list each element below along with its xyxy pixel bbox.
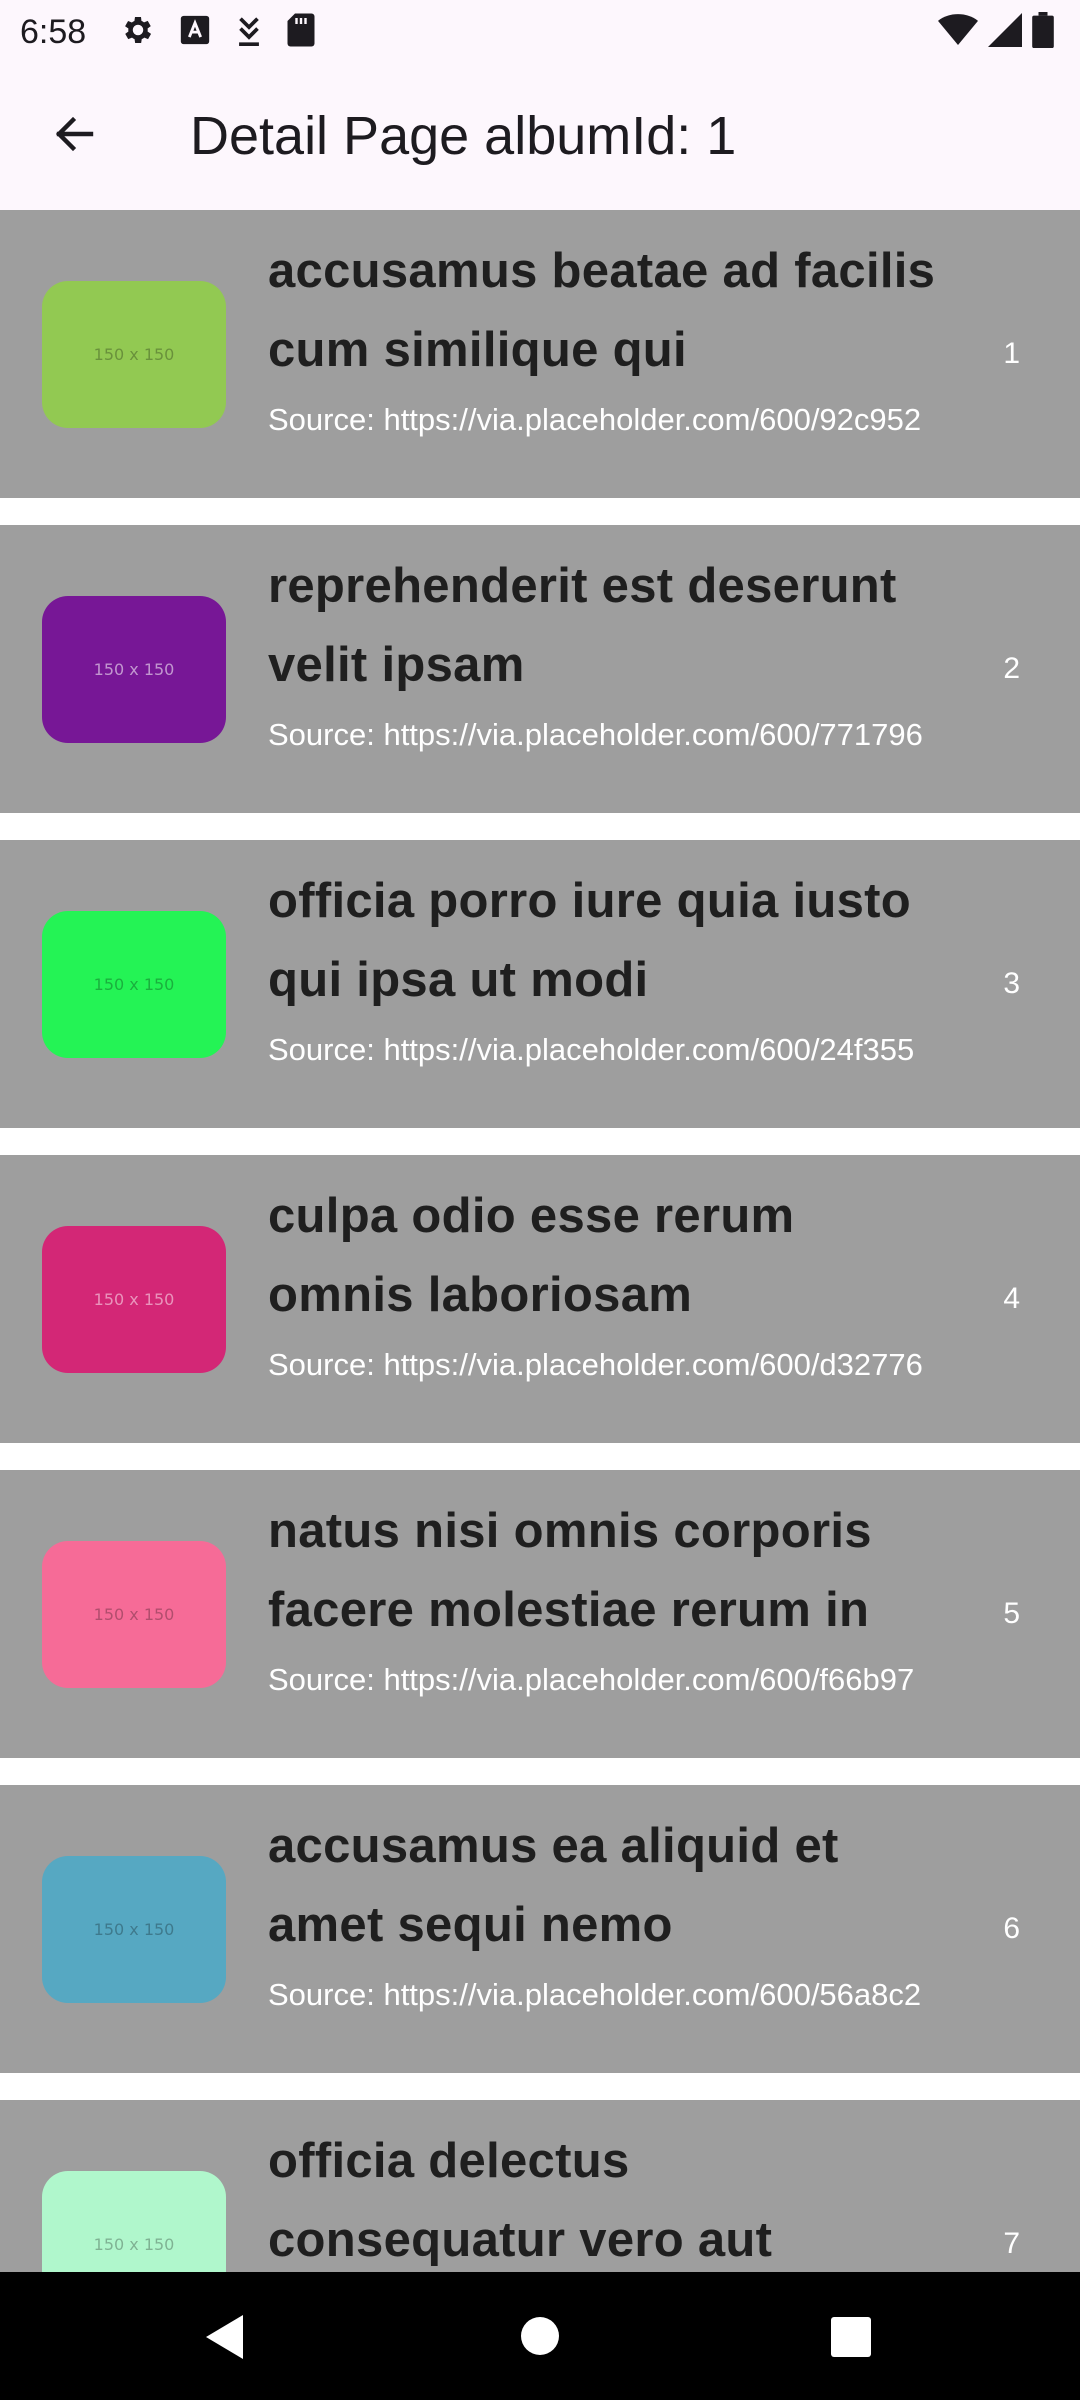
- status-time: 6:58: [20, 13, 87, 51]
- item-source: Source: https://via.placeholder.com/600/…: [268, 717, 923, 752]
- item-title: accusamus ea aliquid et amet sequi nemo: [268, 1819, 839, 1952]
- thumbnail-image: 150 x 150: [42, 1541, 226, 1688]
- thumbnail-label: 150 x 150: [93, 2235, 175, 2254]
- status-icons-left: [120, 12, 316, 48]
- item-number: 2: [1003, 652, 1020, 685]
- app-bar: Detail Page albumId: 1: [0, 63, 1080, 210]
- download-icon: [234, 13, 264, 47]
- item-title: officia delectus consequatur vero aut: [268, 2134, 773, 2267]
- status-icons-right: [938, 12, 1054, 48]
- arrow-left-icon: [51, 110, 99, 163]
- list-item[interactable]: 150 x 150 officia porro iure quia iusto …: [0, 840, 1080, 1128]
- settings-icon: [120, 12, 156, 48]
- signal-icon: [988, 13, 1022, 47]
- thumbnail-image: 150 x 150: [42, 1226, 226, 1373]
- item-number: 5: [1003, 1597, 1020, 1630]
- list-item[interactable]: 150 x 150 culpa odio esse rerum omnis la…: [0, 1155, 1080, 1443]
- thumbnail-image: 150 x 150: [42, 596, 226, 743]
- item-number: 3: [1003, 967, 1020, 1000]
- thumbnail-image: 150 x 150: [42, 281, 226, 428]
- item-title: officia porro iure quia iusto qui ipsa u…: [268, 874, 912, 1007]
- item-number: 4: [1003, 1282, 1020, 1315]
- item-source: Source: https://via.placeholder.com/600/…: [268, 1662, 915, 1697]
- thumbnail-label: 150 x 150: [93, 660, 175, 679]
- thumbnail-image: 150 x 150: [42, 2171, 226, 2272]
- screen: 6:58 Detail Page albumId: 1 150 x 150 ac…: [0, 0, 1080, 2400]
- thumbnail-label: 150 x 150: [93, 345, 175, 364]
- photo-list[interactable]: 150 x 150 accusamus beatae ad facilis cu…: [0, 210, 1080, 2272]
- page-title: Detail Page albumId: 1: [190, 106, 737, 166]
- thumbnail-label: 150 x 150: [93, 1605, 175, 1624]
- item-source: Source: https://via.placeholder.com/600/…: [268, 1032, 915, 1067]
- item-title: culpa odio esse rerum omnis laboriosam: [268, 1189, 795, 1322]
- sd-card-icon: [286, 12, 316, 48]
- item-title: reprehenderit est deserunt velit ipsam: [268, 559, 897, 692]
- wifi-icon: [938, 13, 978, 47]
- battery-icon: [1032, 12, 1054, 48]
- back-button[interactable]: [40, 101, 110, 171]
- list-item[interactable]: 150 x 150 natus nisi omnis corporis face…: [0, 1470, 1080, 1758]
- item-source: Source: https://via.placeholder.com/600/…: [268, 402, 922, 437]
- status-bar: 6:58: [0, 0, 1080, 63]
- item-number: 1: [1003, 337, 1020, 370]
- item-title: accusamus beatae ad facilis cum similiqu…: [268, 244, 936, 377]
- list-item[interactable]: 150 x 150 accusamus beatae ad facilis cu…: [0, 210, 1080, 498]
- font-icon: [178, 13, 212, 47]
- item-number: 6: [1003, 1912, 1020, 1945]
- thumbnail-label: 150 x 150: [93, 1920, 175, 1939]
- item-source: Source: https://via.placeholder.com/600/…: [268, 1347, 923, 1382]
- list-item[interactable]: 150 x 150 officia delectus consequatur v…: [0, 2100, 1080, 2272]
- thumbnail-label: 150 x 150: [93, 975, 175, 994]
- nav-home-icon[interactable]: [520, 2316, 560, 2361]
- nav-back-icon[interactable]: [203, 2312, 247, 2367]
- system-nav-bar: [0, 2272, 1080, 2400]
- item-number: 7: [1003, 2227, 1020, 2260]
- list-item[interactable]: 150 x 150 reprehenderit est deserunt vel…: [0, 525, 1080, 813]
- item-source: Source: https://via.placeholder.com/600/…: [268, 1977, 922, 2012]
- thumbnail-label: 150 x 150: [93, 1290, 175, 1309]
- list-item[interactable]: 150 x 150 accusamus ea aliquid et amet s…: [0, 1785, 1080, 2073]
- item-title: natus nisi omnis corporis facere molesti…: [268, 1504, 872, 1637]
- thumbnail-image: 150 x 150: [42, 1856, 226, 2003]
- nav-recents-icon[interactable]: [830, 2316, 872, 2363]
- thumbnail-image: 150 x 150: [42, 911, 226, 1058]
